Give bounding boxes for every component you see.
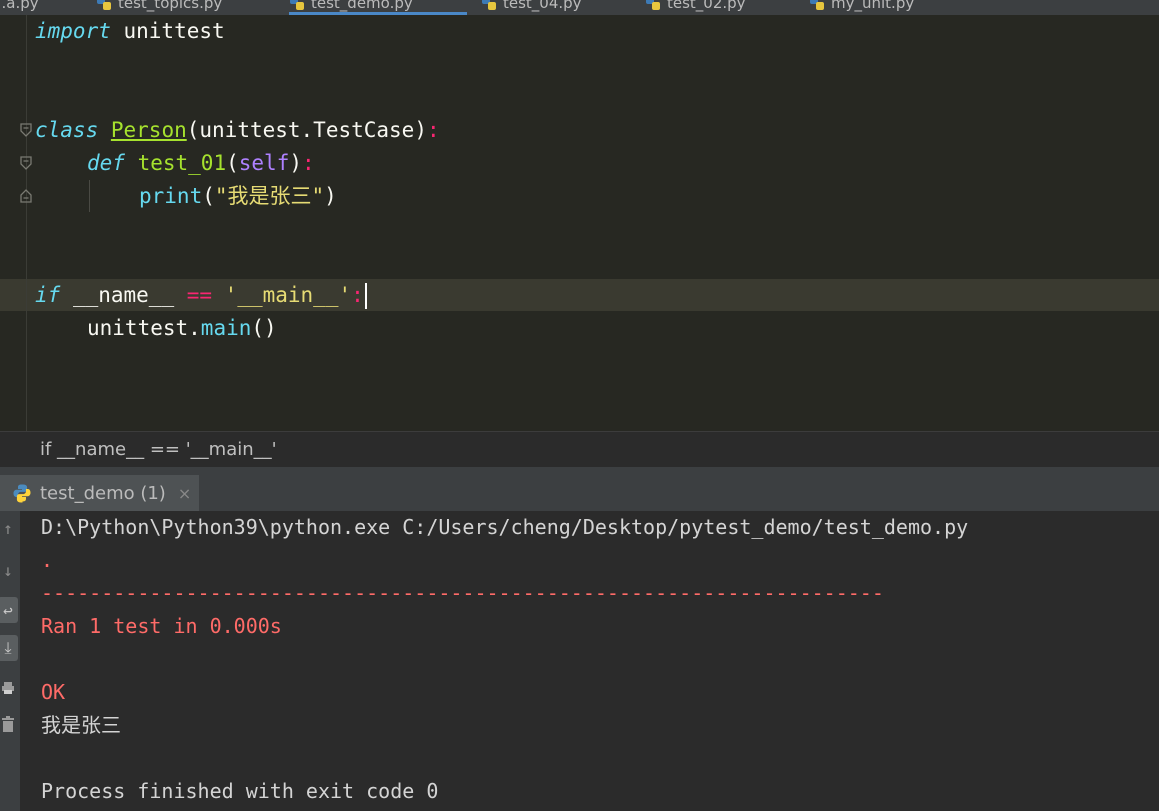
tab-label: test_demo.py: [311, 0, 413, 12]
method-main: main: [200, 316, 252, 340]
keyword-import: import: [35, 19, 111, 43]
paren: (: [226, 151, 239, 175]
keyword-if: if: [35, 283, 61, 307]
code-editor[interactable]: import unittest class Person(unittest.Te…: [0, 15, 1159, 431]
python-file-icon: [97, 0, 111, 10]
tab-file-5[interactable]: test_02.py: [645, 0, 746, 15]
console-line-ran: Ran 1 test in 0.000s: [41, 614, 282, 638]
python-run-icon: [13, 484, 31, 503]
console-line-dot: .: [41, 548, 54, 572]
breadcrumb-item[interactable]: if __name__ == '__main__': [40, 439, 277, 460]
fold-marker-icon[interactable]: [19, 123, 33, 137]
console-line-exit: Process finished with exit code 0: [41, 779, 439, 803]
console-line-command: D:\Python\Python39\python.exe C:/Users/c…: [41, 515, 969, 539]
class-name: Person: [110, 118, 187, 142]
code-line-5: def test_01(self):: [87, 147, 315, 180]
self-param: self: [238, 151, 290, 175]
gutter-divider: [26, 15, 27, 431]
console-line-print-output: 我是张三: [41, 713, 121, 737]
arrow-down-icon[interactable]: ↓: [0, 557, 18, 583]
keyword-def: def: [87, 151, 125, 175]
function-name: test_01: [137, 151, 227, 175]
soft-wrap-icon[interactable]: ↩: [0, 597, 18, 623]
fold-marker-icon[interactable]: [19, 156, 33, 170]
paren: (: [186, 118, 200, 142]
fold-end-marker-icon[interactable]: [19, 189, 33, 203]
trash-icon[interactable]: [0, 711, 18, 737]
print-glyph: [2, 682, 14, 694]
console-line-ok: OK: [41, 680, 66, 704]
tab-label: ...a.py: [0, 0, 39, 12]
python-file-icon: [810, 0, 824, 10]
print-icon[interactable]: [0, 675, 18, 701]
paren: (: [202, 184, 215, 208]
tab-file-2[interactable]: test_topics.py: [96, 0, 222, 15]
colon: :: [351, 283, 364, 307]
run-panel-header: test_demo (1) ×: [0, 467, 1159, 511]
module-ref: unittest.: [87, 316, 201, 340]
python-file-icon: [482, 0, 496, 10]
colon: :: [426, 118, 440, 142]
string-literal: "我是张三": [214, 184, 325, 208]
base-class: unittest.TestCase: [199, 118, 415, 142]
text-caret: [364, 283, 367, 309]
run-toolbar: ↑ ↓ ↩ ⤓: [0, 511, 20, 811]
paren: ): [324, 184, 337, 208]
console-line-separator: ----------------------------------------…: [41, 581, 884, 605]
operator-eq: ==: [186, 283, 213, 307]
tab-file-4[interactable]: test_04.py: [481, 0, 582, 15]
code-line-9: if __name__ == '__main__':: [35, 279, 367, 312]
editor-tab-bar: ...a.py test_topics.py test_demo.py test…: [0, 0, 1159, 15]
paren: ): [289, 151, 302, 175]
module-name: unittest: [110, 19, 225, 43]
run-tab[interactable]: test_demo (1) ×: [0, 475, 199, 511]
tab-label: my_unit.py: [831, 0, 915, 12]
trash-glyph: [2, 716, 14, 732]
code-line-1: import unittest: [35, 15, 225, 48]
tab-label: test_topics.py: [118, 0, 223, 12]
tab-file-1[interactable]: ...a.py: [0, 0, 39, 15]
code-line-4: class Person(unittest.TestCase):: [35, 114, 440, 147]
dunder-name: __name__: [60, 283, 187, 307]
scroll-to-end-icon[interactable]: ⤓: [0, 635, 18, 661]
console-output[interactable]: D:\Python\Python39\python.exe C:/Users/c…: [20, 511, 1159, 811]
breadcrumb[interactable]: if __name__ == '__main__': [0, 431, 1159, 467]
tab-file-6[interactable]: my_unit.py: [809, 0, 914, 15]
tab-label: test_02.py: [667, 0, 746, 12]
keyword-class: class: [35, 118, 99, 142]
arrow-up-icon[interactable]: ↑: [0, 515, 18, 541]
python-file-icon: [290, 0, 304, 10]
tab-file-active[interactable]: test_demo.py: [289, 0, 467, 15]
close-icon[interactable]: ×: [178, 484, 191, 503]
indent-guide: [89, 180, 90, 212]
code-line-6: print("我是张三"): [139, 180, 337, 213]
builtin-print: print: [139, 184, 203, 208]
colon: :: [302, 151, 315, 175]
paren: ): [414, 118, 427, 142]
call-parens: (): [251, 316, 277, 340]
run-tab-label: test_demo (1): [40, 482, 166, 504]
python-file-icon: [646, 0, 660, 10]
tab-label: test_04.py: [503, 0, 582, 12]
code-line-10: unittest.main(): [87, 312, 277, 345]
string-literal: '__main__': [212, 283, 352, 307]
